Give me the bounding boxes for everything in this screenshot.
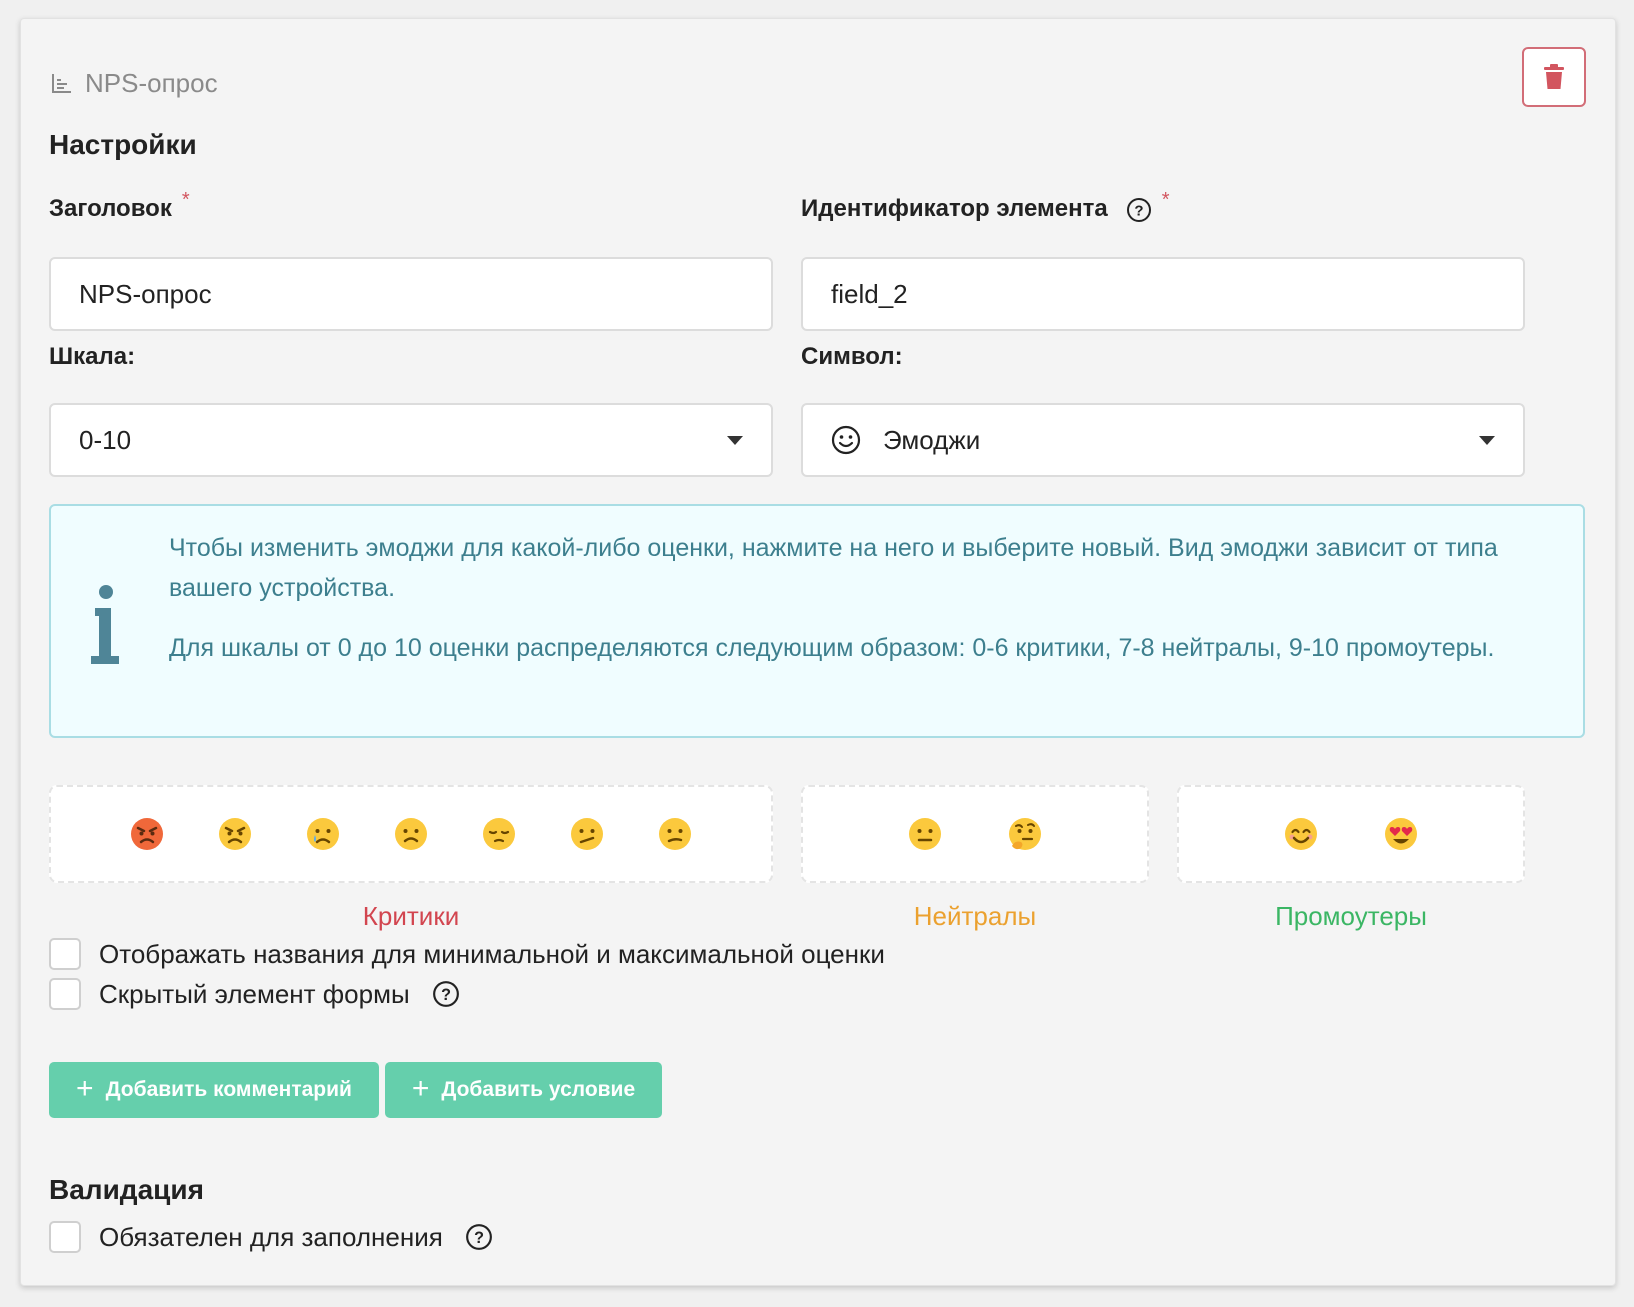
chevron-down-icon [727, 435, 743, 445]
chevron-down-icon [1479, 435, 1495, 445]
smiling-emoji-icon[interactable] [1283, 816, 1319, 852]
info-paragraph: Чтобы изменить эмоджи для какой-либо оце… [169, 534, 1498, 602]
confused-emoji-icon[interactable] [569, 816, 605, 852]
required-mark: * [181, 189, 190, 211]
element-header: NPS-опрос [51, 63, 218, 103]
help-icon[interactable]: ? [1126, 197, 1152, 223]
id-label: Идентификатор элемента ? * [801, 189, 1170, 223]
smiley-icon [831, 425, 861, 455]
scale-select[interactable]: 0-10 [49, 403, 773, 477]
settings-heading: Настройки [49, 129, 197, 160]
hidden-element-option: Скрытый элемент формы ? [49, 978, 460, 1010]
slight-confused-emoji-icon[interactable] [657, 816, 693, 852]
heart-eyes-emoji-icon[interactable] [1383, 816, 1419, 852]
neutral-emoji-icon[interactable] [907, 816, 943, 852]
promoters-emoji-group [1177, 785, 1525, 883]
required-mark: * [1161, 189, 1170, 211]
info-text: Чтобы изменить эмоджи для какой-либо оце… [169, 528, 1549, 688]
plus-icon: + [76, 1071, 94, 1105]
neutrals-label: Нейтралы [913, 901, 1037, 931]
svg-text:?: ? [474, 1229, 484, 1247]
info-paragraph: Для шкалы от 0 до 10 оценки распределяют… [169, 634, 1495, 662]
promoters-label: Промоутеры [1275, 901, 1427, 931]
frowning-emoji-icon[interactable] [393, 816, 429, 852]
title-label: Заголовок * [49, 189, 190, 222]
add-condition-button[interactable]: + Добавить условие [385, 1062, 662, 1118]
crying-emoji-icon[interactable] [305, 816, 341, 852]
scale-label: Шкала: [49, 343, 136, 370]
trash-icon [1544, 64, 1564, 89]
symbol-label: Символ: [801, 343, 903, 370]
svg-text:?: ? [1134, 203, 1143, 220]
hidden-element-checkbox[interactable] [49, 978, 81, 1010]
show-names-checkbox[interactable] [49, 938, 81, 970]
critics-emoji-group [49, 785, 773, 883]
pensive-emoji-icon[interactable] [481, 816, 517, 852]
help-icon[interactable]: ? [432, 980, 460, 1008]
critics-label: Критики [362, 901, 460, 931]
angry-emoji-icon[interactable] [129, 816, 165, 852]
required-option: Обязателен для заполнения ? [49, 1221, 493, 1253]
svg-text:?: ? [441, 986, 451, 1004]
delete-button[interactable] [1522, 47, 1586, 107]
chart-icon [52, 74, 71, 93]
element-id-input[interactable]: field_2 [801, 257, 1525, 331]
form-element-card: NPS-опрос Настройки Заголовок * NPS-опро… [20, 18, 1616, 1286]
plus-icon: + [411, 1071, 430, 1105]
title-input[interactable]: NPS-опрос [49, 257, 773, 331]
info-alert: Чтобы изменить эмоджи для какой-либо оце… [49, 504, 1585, 738]
help-icon[interactable]: ? [465, 1223, 493, 1251]
thinking-emoji-icon[interactable] [1007, 816, 1043, 852]
info-icon [91, 585, 119, 664]
element-title: NPS-опрос [85, 67, 218, 98]
required-checkbox[interactable] [49, 1221, 81, 1253]
show-names-option: Отображать названия для минимальной и ма… [49, 938, 885, 970]
pouting-emoji-icon[interactable] [217, 816, 253, 852]
symbol-select[interactable]: Эмоджи [801, 403, 1525, 477]
validation-heading: Валидация [49, 1174, 204, 1205]
add-comment-button[interactable]: + Добавить комментарий [49, 1062, 379, 1118]
neutrals-emoji-group [801, 785, 1149, 883]
